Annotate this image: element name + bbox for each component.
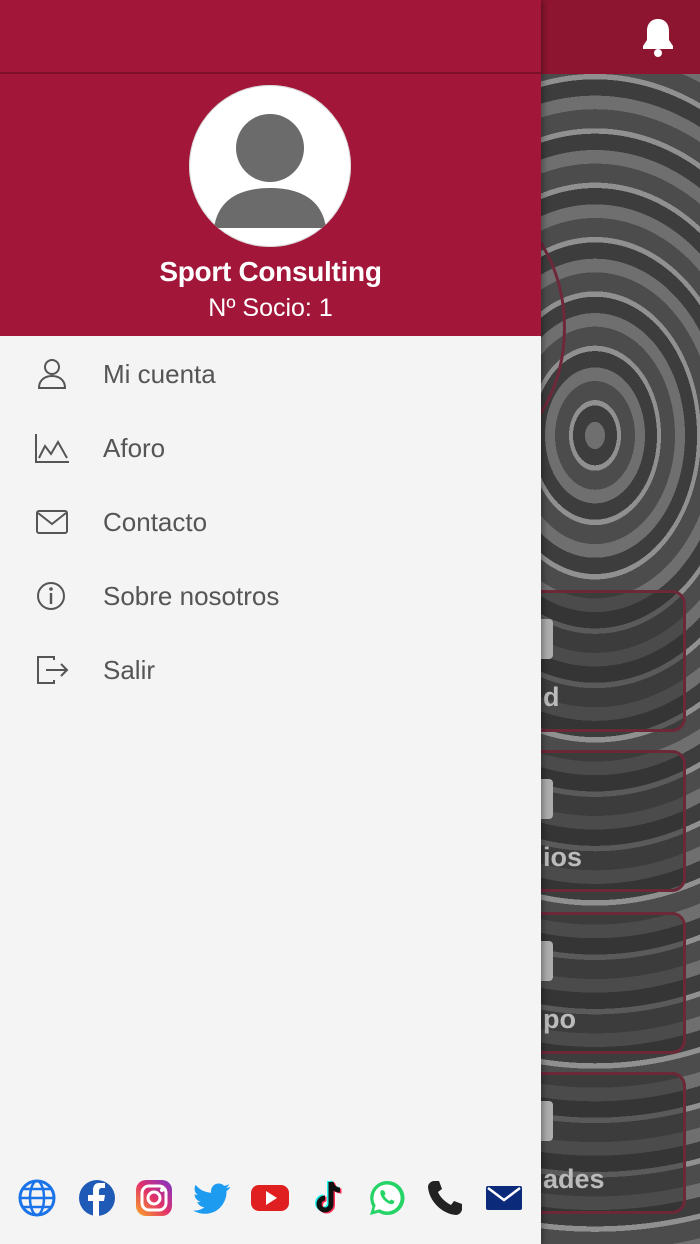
tile-label: ios bbox=[543, 842, 583, 872]
menu-item-label: Salir bbox=[103, 655, 156, 685]
social-links bbox=[0, 1178, 541, 1222]
menu-item-aforo[interactable]: Aforo bbox=[0, 414, 541, 484]
menu-item-label: Sobre nosotros bbox=[103, 581, 280, 611]
whatsapp-icon[interactable] bbox=[367, 1178, 407, 1218]
globe-icon[interactable] bbox=[17, 1178, 57, 1218]
menu-item-label: Mi cuenta bbox=[103, 359, 216, 389]
menu-item-salir[interactable]: Salir bbox=[0, 636, 541, 706]
phone-icon[interactable] bbox=[425, 1178, 465, 1218]
user-icon bbox=[37, 359, 67, 389]
tile-label: d bbox=[543, 682, 560, 712]
bell-icon[interactable] bbox=[640, 16, 676, 58]
menu-item-mi-cuenta[interactable]: Mi cuenta bbox=[0, 340, 541, 410]
menu-item-sobre-nosotros[interactable]: Sobre nosotros bbox=[0, 562, 541, 632]
twitter-icon[interactable] bbox=[192, 1178, 232, 1218]
facebook-icon[interactable] bbox=[77, 1178, 117, 1218]
tile-label: po bbox=[543, 1004, 576, 1034]
tiktok-icon[interactable] bbox=[308, 1178, 348, 1218]
youtube-icon[interactable] bbox=[250, 1178, 290, 1218]
chart-icon bbox=[35, 434, 69, 463]
avatar[interactable] bbox=[189, 85, 351, 247]
logout-icon bbox=[37, 656, 69, 684]
menu-item-label: Aforo bbox=[103, 433, 166, 463]
menu-item-contacto[interactable]: Contacto bbox=[0, 488, 541, 558]
header-divider bbox=[0, 72, 541, 74]
drawer-header: Sport Consulting Nº Socio: 1 bbox=[0, 0, 541, 336]
email-icon[interactable] bbox=[484, 1178, 524, 1218]
avatar-person-icon bbox=[214, 114, 326, 228]
user-name: Sport Consulting bbox=[159, 256, 382, 287]
menu-item-label: Contacto bbox=[103, 507, 208, 537]
mail-icon bbox=[36, 510, 68, 534]
tile-label: ades bbox=[543, 1164, 605, 1194]
info-icon bbox=[37, 582, 65, 610]
navigation-drawer: Sport Consulting Nº Socio: 1 Mi cuenta A… bbox=[0, 0, 541, 1244]
member-number: Nº Socio: 1 bbox=[208, 294, 333, 322]
instagram-icon[interactable] bbox=[134, 1178, 174, 1218]
